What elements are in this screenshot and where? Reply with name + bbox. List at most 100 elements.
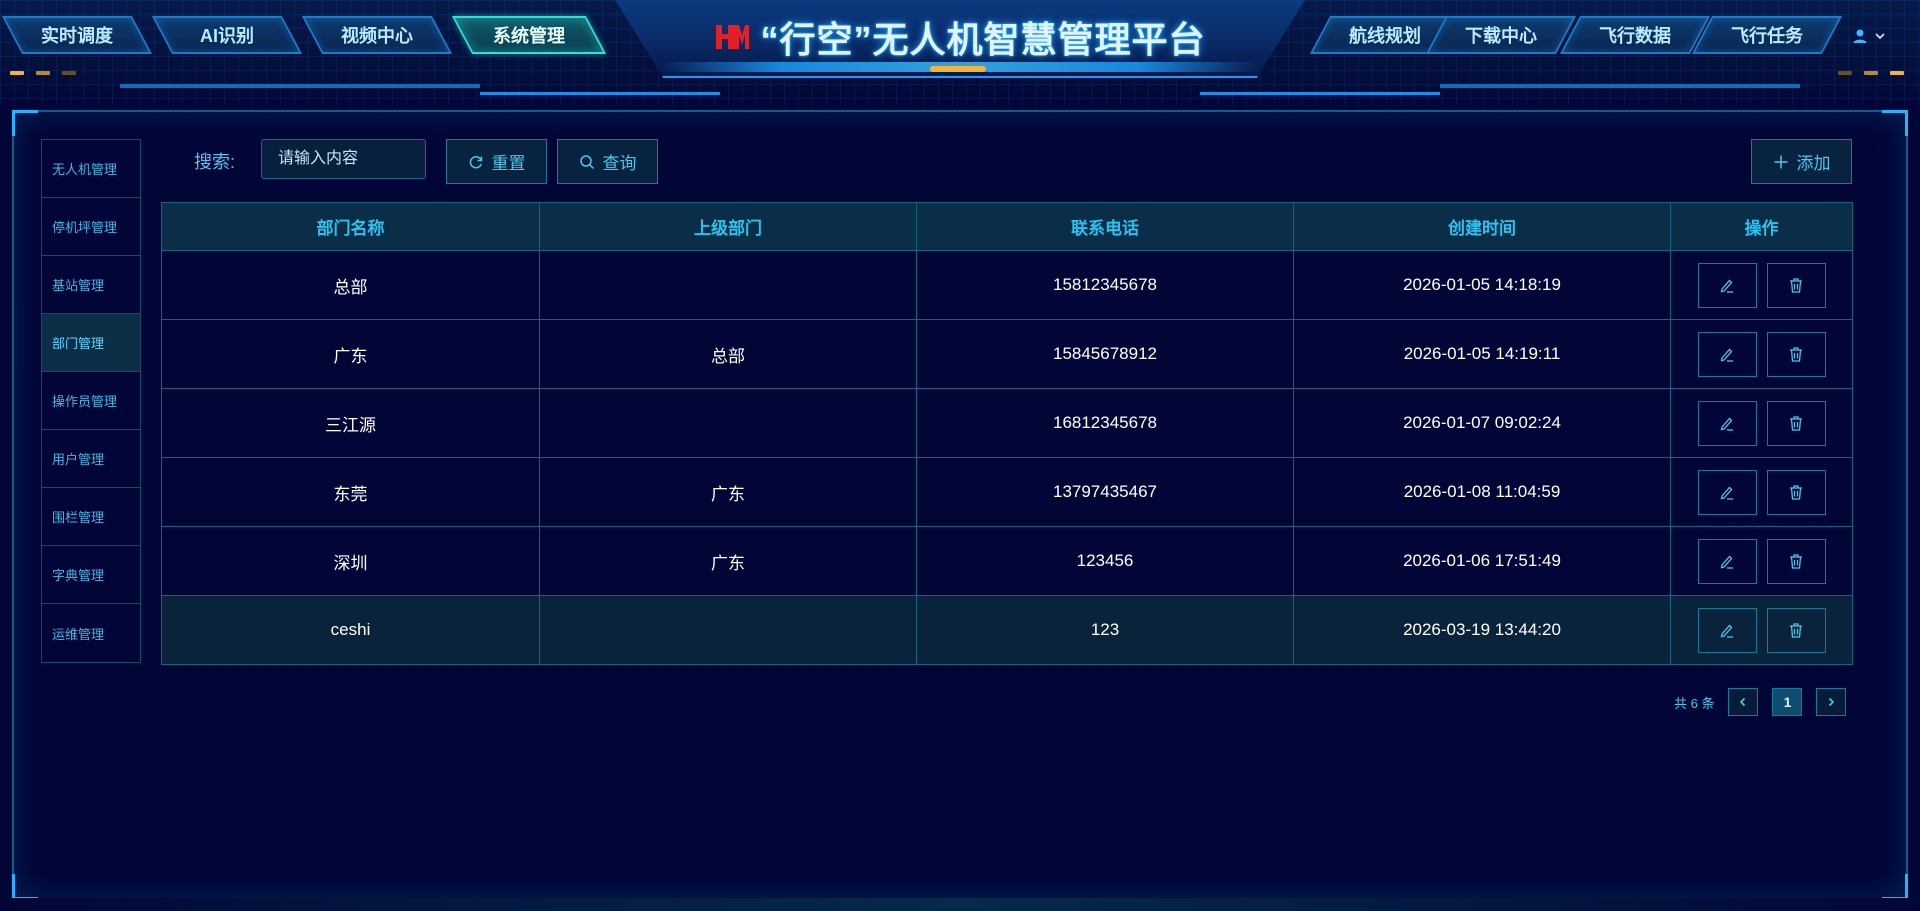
cell-created-time: 2026-01-07 09:02:24 <box>1293 388 1671 458</box>
column-header-parent-department: 上级部门 <box>539 202 917 251</box>
delete-button[interactable] <box>1766 262 1826 308</box>
query-button[interactable]: 查询 <box>557 139 658 184</box>
header-deco-line-left-2 <box>480 92 720 95</box>
cell-created-time: 2026-01-08 11:04:59 <box>1293 457 1671 527</box>
action-group <box>1671 469 1852 515</box>
query-button-label: 查询 <box>602 154 637 173</box>
delete-button[interactable] <box>1766 607 1826 653</box>
tab-realtime-dispatch[interactable]: 实时调度 <box>1 16 153 54</box>
edit-button[interactable] <box>1697 469 1757 515</box>
sidebar-item-fence-management[interactable]: 围栏管理 <box>42 488 140 546</box>
sidebar-item-apron-management[interactable]: 停机坪管理 <box>42 198 140 256</box>
cell-actions <box>1670 457 1853 527</box>
sidebar-item-department-management[interactable]: 部门管理 <box>42 314 140 372</box>
search-label: 搜索: <box>194 152 236 172</box>
header-dash <box>62 71 76 75</box>
platform-title-wrap: “行空”无人机智慧管理平台 <box>700 12 1220 62</box>
edit-button[interactable] <box>1697 538 1757 584</box>
sidebar-item-operator-management[interactable]: 操作员管理 <box>42 372 140 430</box>
sidebar-item-base-station-management[interactable]: 基站管理 <box>42 256 140 314</box>
edit-icon <box>1720 279 1733 293</box>
cell-parent-department <box>539 250 917 320</box>
cell-parent-department <box>539 595 917 665</box>
action-group <box>1671 331 1852 377</box>
user-menu[interactable] <box>1852 24 1892 48</box>
department-table: 部门名称 上级部门 联系电话 创建时间 操作 总部 15812345678 20… <box>161 202 1853 665</box>
header-dash <box>1890 71 1904 75</box>
search-input[interactable] <box>261 139 426 179</box>
next-page-button[interactable] <box>1816 688 1847 716</box>
reset-button[interactable]: 重置 <box>446 139 547 184</box>
edit-icon <box>1720 417 1733 431</box>
table-row: 三江源 16812345678 2026-01-07 09:02:24 <box>161 388 1853 458</box>
action-group <box>1671 262 1852 308</box>
side-menu: 无人机管理 停机坪管理 基站管理 部门管理 操作员管理 用户管理 围栏管理 字典… <box>41 139 141 663</box>
edit-icon <box>1720 555 1733 569</box>
action-group <box>1671 400 1852 446</box>
platform-logo-icon <box>714 21 750 53</box>
cell-parent-department: 总部 <box>539 319 917 389</box>
cell-parent-department: 广东 <box>539 457 917 527</box>
tab-label: 飞行数据 <box>1599 26 1671 46</box>
delete-button[interactable] <box>1766 469 1826 515</box>
cell-phone: 123 <box>916 595 1294 665</box>
bottom-decoration <box>0 898 1920 911</box>
top-header: “行空”无人机智慧管理平台 实时调度 AI识别 视频中心 系统管理 航线规划 下… <box>0 0 1920 105</box>
page-title: “行空”无人机智慧管理平台 <box>760 19 1206 60</box>
cell-phone: 123456 <box>916 526 1294 596</box>
tab-label: 视频中心 <box>341 26 413 46</box>
add-button[interactable]: 添加 <box>1751 139 1852 184</box>
edit-icon <box>1720 348 1733 362</box>
chevron-left-icon <box>1740 697 1746 707</box>
refresh-icon <box>469 155 482 168</box>
table-header-row: 部门名称 上级部门 联系电话 创建时间 操作 <box>161 202 1853 251</box>
cell-department-name: 深圳 <box>161 526 540 596</box>
frame-corner <box>12 874 38 900</box>
tab-label: 实时调度 <box>41 26 113 46</box>
tab-video-center[interactable]: 视频中心 <box>301 16 453 54</box>
action-group <box>1671 607 1852 653</box>
trash-icon <box>1790 623 1802 638</box>
page-number-button[interactable]: 1 <box>1772 688 1803 716</box>
tab-label: 下载中心 <box>1465 26 1537 46</box>
delete-button[interactable] <box>1766 331 1826 377</box>
edit-button[interactable] <box>1697 607 1757 653</box>
cell-created-time: 2026-01-06 17:51:49 <box>1293 526 1671 596</box>
header-dash <box>10 71 24 75</box>
frame-corner <box>1882 110 1908 136</box>
trash-icon <box>1790 554 1802 569</box>
plus-icon <box>1774 155 1787 168</box>
edit-button[interactable] <box>1697 331 1757 377</box>
tab-label: AI识别 <box>200 26 254 46</box>
cell-actions <box>1670 595 1853 665</box>
sidebar-item-dictionary-management[interactable]: 字典管理 <box>42 546 140 604</box>
frame-corner <box>1882 874 1908 900</box>
cell-phone: 16812345678 <box>916 388 1294 458</box>
edit-button[interactable] <box>1697 262 1757 308</box>
cell-actions <box>1670 250 1853 320</box>
delete-button[interactable] <box>1766 400 1826 446</box>
reset-button-label: 重置 <box>491 154 526 173</box>
sidebar-item-user-management[interactable]: 用户管理 <box>42 430 140 488</box>
column-header-phone: 联系电话 <box>916 202 1294 251</box>
trash-icon <box>1790 416 1802 431</box>
tab-flight-data[interactable]: 飞行数据 <box>1559 16 1711 54</box>
table-row: ceshi 123 2026-03-19 13:44:20 <box>161 595 1853 665</box>
sidebar-item-drone-management[interactable]: 无人机管理 <box>42 140 140 198</box>
column-header-actions: 操作 <box>1670 202 1853 251</box>
cell-created-time: 2026-01-05 14:18:19 <box>1293 250 1671 320</box>
delete-button[interactable] <box>1766 538 1826 584</box>
tab-label: 飞行任务 <box>1731 26 1803 46</box>
tab-download-center[interactable]: 下载中心 <box>1425 16 1577 54</box>
cell-created-time: 2026-01-05 14:19:11 <box>1293 319 1671 389</box>
header-dash <box>36 71 50 75</box>
cell-actions <box>1670 526 1853 596</box>
tab-ai-recognition[interactable]: AI识别 <box>151 16 303 54</box>
header-deco-line-right-2 <box>1200 92 1440 95</box>
tab-flight-tasks[interactable]: 飞行任务 <box>1691 16 1843 54</box>
prev-page-button[interactable] <box>1728 688 1759 716</box>
sidebar-item-maintenance-management[interactable]: 运维管理 <box>42 604 140 662</box>
cell-phone: 15812345678 <box>916 250 1294 320</box>
edit-button[interactable] <box>1697 400 1757 446</box>
tab-system-management[interactable]: 系统管理 <box>451 16 607 54</box>
